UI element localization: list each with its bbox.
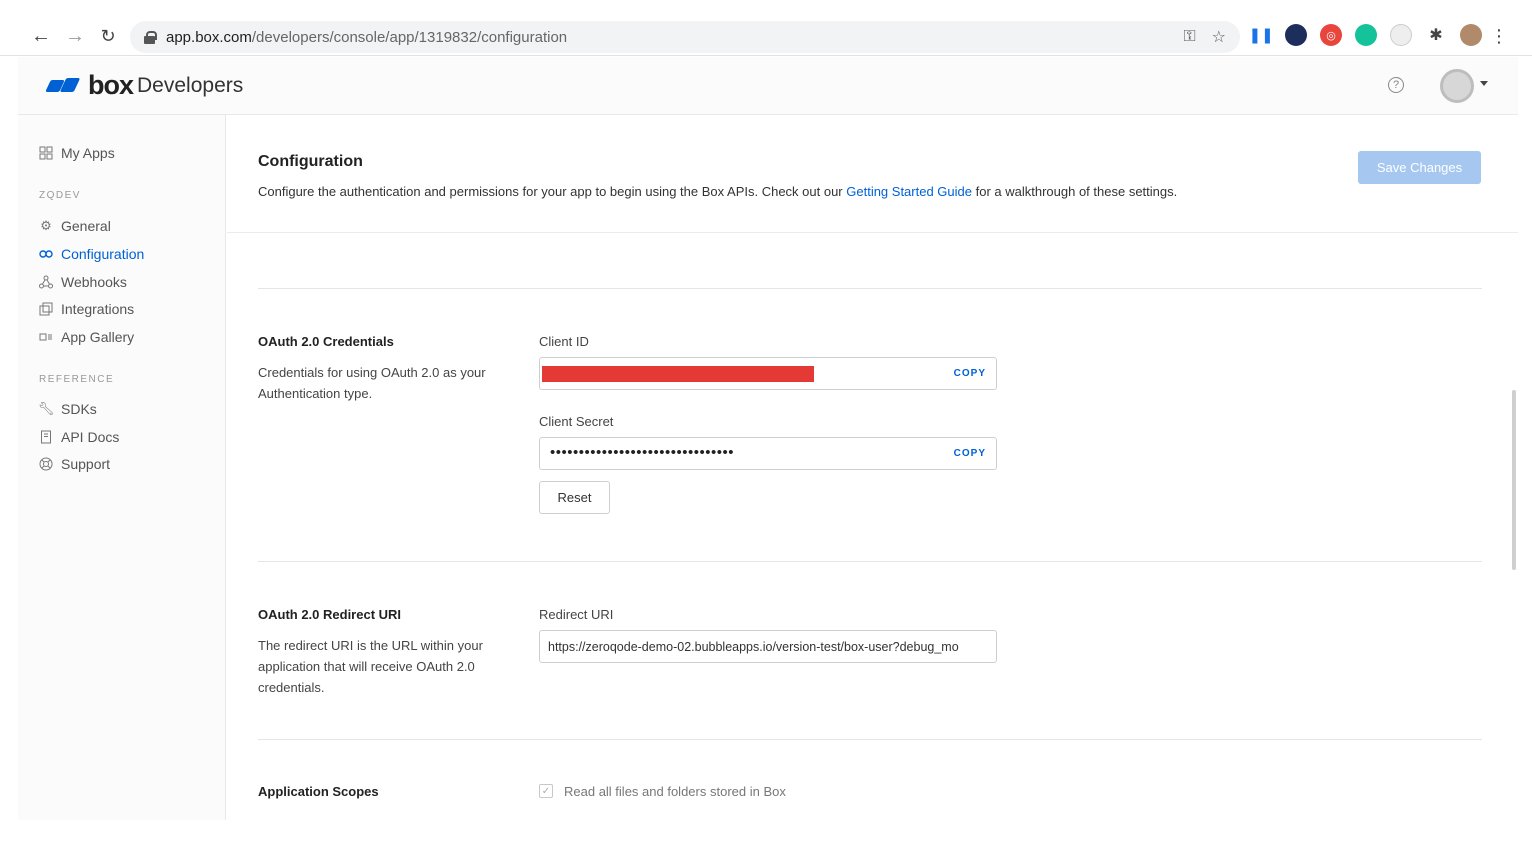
getting-started-guide-link[interactable]: Getting Started Guide [846,184,972,199]
star-icon[interactable]: ☆ [1212,27,1226,47]
address-bar[interactable]: app.box.com/developers/console/app/13198… [130,21,1240,53]
sidebar-item-support[interactable]: Support [39,456,110,472]
redirect-uri-input[interactable]: https://zeroqode-demo-02.bubbleapps.io/v… [539,630,997,663]
grammarly-extension-icon[interactable] [1355,24,1377,46]
client-secret-label: Client Secret [539,414,614,429]
spiral-extension-icon[interactable]: ◎ [1320,24,1342,46]
redirect-description: The redirect URI is the URL within your … [258,638,483,695]
integrations-icon [39,302,53,316]
save-changes-button[interactable]: Save Changes [1358,151,1481,184]
lock-icon [144,30,157,44]
gear-icon: ⚙ [40,218,52,233]
help-icon[interactable]: ? [1388,77,1404,93]
sidebar-item-my-apps[interactable]: My Apps [39,145,115,161]
sidebar-item-integrations[interactable]: Integrations [39,301,134,317]
browser-menu-icon[interactable]: ⋮ [1490,26,1508,47]
sidebar-item-webhooks[interactable]: Webhooks [39,274,127,290]
page-header: Configuration Configure the authenticati… [227,115,1518,233]
page-bottom [0,820,1532,846]
copy-client-secret-button[interactable]: COPY [954,448,986,459]
box-logo-icon [45,76,81,96]
client-id-field[interactable]: COPY [539,357,997,390]
sidebar-item-general[interactable]: ⚙ General [39,218,111,234]
section-divider [258,288,1482,289]
browser-toolbar: ← → ↻ app.box.com/developers/console/app… [0,0,1532,56]
gallery-icon [39,330,53,344]
sidebar-item-sdks[interactable]: 🔧︎ SDKs [37,401,97,417]
reference-heading: REFERENCE [39,374,115,385]
app-header: box Developers ? [18,57,1518,115]
redirect-title: OAuth 2.0 Redirect URI [258,607,402,622]
scrollbar[interactable] [1512,390,1516,570]
read-files-label: Read all files and folders stored in Box [564,784,786,799]
page-description: Configure the authentication and permiss… [258,184,1178,199]
read-files-checkbox[interactable]: ✓ [539,784,553,798]
wrench-icon: 🔧︎ [37,401,55,416]
pause-extension-icon[interactable]: ❚❚ [1248,24,1273,46]
copy-client-id-button[interactable]: COPY [954,368,986,379]
scopes-title: Application Scopes [258,784,379,799]
client-id-label: Client ID [539,334,589,349]
sidebar: My Apps ZQDEV ⚙ General Configuration We… [18,115,226,820]
credentials-description: Credentials for using OAuth 2.0 as your … [258,365,486,401]
chevron-down-icon[interactable] [1480,81,1488,86]
page-title: Configuration [258,153,363,170]
sidebar-item-app-gallery[interactable]: App Gallery [39,329,134,345]
forward-arrow-icon[interactable]: → [64,22,86,50]
redirect-uri-value: https://zeroqode-demo-02.bubbleapps.io/v… [548,640,959,654]
mouse-extension-icon[interactable] [1390,24,1412,46]
back-arrow-icon[interactable]: ← [30,22,52,50]
key-icon[interactable]: ⚿ [1183,28,1195,46]
webhook-icon [39,275,53,289]
section-divider [258,561,1482,562]
box-developers-logo[interactable]: box Developers [45,70,243,101]
redacted-client-id [542,366,814,382]
support-icon [39,457,53,471]
reload-icon[interactable]: ↻ [97,22,119,50]
section-divider [258,739,1482,740]
document-icon [39,430,53,444]
key-icon [39,247,53,261]
main-content: Configuration Configure the authenticati… [227,115,1518,820]
url-text: app.box.com/developers/console/app/13198… [166,28,568,46]
reset-button[interactable]: Reset [539,481,610,514]
sidebar-item-api-docs[interactable]: API Docs [39,429,119,445]
org-heading: ZQDEV [39,190,81,201]
puzzle-extensions-icon[interactable]: ✱ [1425,24,1447,46]
night-extension-icon[interactable] [1285,24,1307,46]
profile-avatar-icon[interactable] [1460,24,1482,46]
credentials-title: OAuth 2.0 Credentials [258,334,394,349]
sidebar-item-configuration[interactable]: Configuration [39,246,144,262]
redirect-uri-label: Redirect URI [539,607,614,622]
client-secret-field[interactable]: •••••••••••••••••••••••••••••••• COPY [539,437,997,470]
avatar[interactable] [1440,69,1474,103]
client-secret-value: •••••••••••••••••••••••••••••••• [550,444,735,461]
grid-icon [39,146,53,160]
